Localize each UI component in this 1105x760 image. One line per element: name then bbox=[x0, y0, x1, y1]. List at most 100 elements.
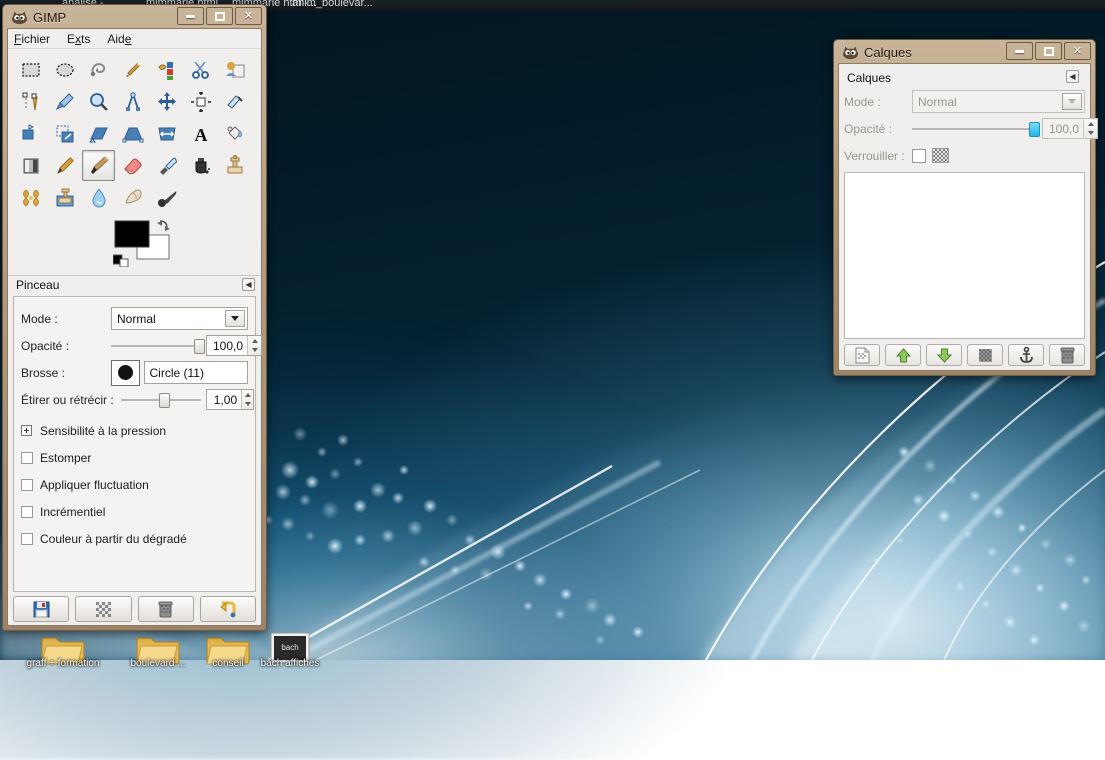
chevron-down-icon[interactable] bbox=[225, 310, 245, 327]
clone-tool[interactable] bbox=[218, 150, 251, 181]
option-row-3[interactable]: Incrémentiel bbox=[21, 498, 248, 525]
dodge-burn-tool[interactable] bbox=[150, 182, 183, 213]
layers-minimize-button[interactable] bbox=[1006, 42, 1033, 60]
gimp-maximize-button[interactable] bbox=[206, 7, 233, 25]
mode-select[interactable]: Normal bbox=[111, 307, 248, 330]
paths-tool[interactable] bbox=[14, 86, 47, 117]
layers-button-bar[interactable] bbox=[844, 344, 1085, 366]
pencil-tool[interactable] bbox=[48, 150, 81, 181]
measure-tool[interactable] bbox=[116, 86, 149, 117]
select-by-color-tool[interactable] bbox=[150, 54, 183, 85]
desktop-icon-2[interactable]: conseil bbox=[205, 632, 251, 671]
lock-alpha-icon[interactable] bbox=[932, 148, 949, 163]
layers-window-controls[interactable]: ✕ bbox=[1006, 42, 1091, 60]
layers-dock-header: Calques ◀ bbox=[844, 68, 1085, 88]
fuzzy-select-tool[interactable] bbox=[116, 54, 149, 85]
heal-tool[interactable] bbox=[14, 182, 47, 213]
blur-sharpen-tool[interactable] bbox=[82, 182, 115, 213]
gimp-window-controls[interactable]: ✕ bbox=[177, 7, 262, 25]
layers-mode-select[interactable]: Normal bbox=[912, 90, 1085, 113]
checkbox-1[interactable] bbox=[21, 452, 33, 464]
menu-aide[interactable]: Aide bbox=[107, 32, 131, 46]
scissors-select-tool[interactable] bbox=[184, 54, 217, 85]
save-tool-options-button[interactable] bbox=[13, 596, 69, 622]
brush-preview[interactable] bbox=[111, 360, 140, 386]
rotate-tool[interactable] bbox=[14, 118, 47, 149]
desktop-icon-3[interactable]: bachbach affiches bbox=[270, 632, 310, 669]
chevron-down-icon[interactable] bbox=[1062, 93, 1082, 110]
layers-opacity-slider[interactable] bbox=[912, 119, 1037, 139]
ink-tool[interactable] bbox=[184, 150, 217, 181]
layers-mode-value: Normal bbox=[918, 95, 957, 109]
option-row-1[interactable]: Estomper bbox=[21, 444, 248, 471]
layers-opacity-spinner[interactable]: 100,0 bbox=[1042, 118, 1098, 139]
checkbox-2[interactable] bbox=[21, 479, 33, 491]
desktop-icon-1[interactable]: boulevard ... bbox=[135, 632, 181, 671]
color-picker-tool[interactable] bbox=[48, 86, 81, 117]
option-row-0[interactable]: Sensibilité à la pression bbox=[21, 417, 248, 444]
checkbox-3[interactable] bbox=[21, 506, 33, 518]
scale-tool[interactable] bbox=[48, 118, 81, 149]
gimp-minimize-button[interactable] bbox=[177, 7, 204, 25]
option-row-4[interactable]: Couleur à partir du dégradé bbox=[21, 525, 248, 552]
layers-close-button[interactable]: ✕ bbox=[1064, 42, 1091, 60]
lock-pixels-checkbox[interactable] bbox=[912, 149, 926, 163]
layers-maximize-button[interactable] bbox=[1035, 42, 1062, 60]
brush-row: Brosse : Circle (11) bbox=[21, 359, 248, 386]
ellipse-select-tool[interactable] bbox=[48, 54, 81, 85]
airbrush-tool[interactable] bbox=[150, 150, 183, 181]
rect-select-tool[interactable] bbox=[14, 54, 47, 85]
anchor-layer-button[interactable] bbox=[1008, 344, 1044, 366]
lower-layer-button[interactable] bbox=[926, 344, 962, 366]
crop-tool[interactable] bbox=[218, 86, 251, 117]
gimp-close-button[interactable]: ✕ bbox=[235, 7, 262, 25]
duplicate-layer-button[interactable] bbox=[967, 344, 1003, 366]
gimp-titlebar[interactable]: GIMP ✕ bbox=[7, 7, 262, 28]
bucket-fill-tool[interactable] bbox=[218, 118, 251, 149]
layers-titlebar[interactable]: Calques ✕ bbox=[838, 42, 1091, 63]
taskbar-item-3[interactable]: anim_boulevar... bbox=[292, 0, 373, 9]
move-tool[interactable] bbox=[150, 86, 183, 117]
text-tool[interactable]: A bbox=[184, 118, 217, 149]
zoom-tool[interactable] bbox=[82, 86, 115, 117]
opacity-slider[interactable] bbox=[111, 336, 201, 356]
expander-icon[interactable] bbox=[21, 425, 32, 436]
gimp-color-area[interactable] bbox=[8, 213, 261, 275]
new-layer-button[interactable] bbox=[844, 344, 880, 366]
scale-spinner[interactable]: 1,00 bbox=[206, 389, 254, 410]
checkbox-4[interactable] bbox=[21, 533, 33, 545]
flip-tool[interactable] bbox=[150, 118, 183, 149]
delete-layer-button[interactable] bbox=[1049, 344, 1085, 366]
layers-window[interactable]: Calques ✕ Calques ◀ Mode : Normal Opacit… bbox=[833, 39, 1096, 376]
menu-fichier[interactable]: Fichier bbox=[14, 32, 50, 46]
delete-tool-options-button[interactable] bbox=[138, 596, 194, 622]
blend-gradient-tool[interactable] bbox=[14, 150, 47, 181]
layers-list[interactable] bbox=[844, 172, 1085, 339]
scale-slider[interactable] bbox=[121, 390, 201, 410]
foreground-select-tool[interactable] bbox=[218, 54, 251, 85]
gimp-toolbox-grid[interactable]: A bbox=[8, 49, 261, 213]
perspective-clone-tool[interactable] bbox=[48, 182, 81, 213]
opacity-spinner[interactable]: 100,0 bbox=[206, 335, 262, 356]
option-label: Estomper bbox=[40, 451, 91, 465]
free-select-tool[interactable] bbox=[82, 54, 115, 85]
eraser-tool[interactable] bbox=[116, 150, 149, 181]
shear-tool[interactable] bbox=[82, 118, 115, 149]
foreground-background-colors[interactable] bbox=[113, 219, 175, 267]
perspective-tool[interactable] bbox=[116, 118, 149, 149]
raise-layer-button[interactable] bbox=[885, 344, 921, 366]
reset-tool-options-button[interactable] bbox=[200, 596, 256, 622]
tool-options-button-bar[interactable] bbox=[13, 596, 256, 622]
align-tool[interactable] bbox=[184, 86, 217, 117]
restore-tool-options-button[interactable] bbox=[75, 596, 131, 622]
option-row-2[interactable]: Appliquer fluctuation bbox=[21, 471, 248, 498]
collapse-arrow-icon[interactable]: ◀ bbox=[242, 278, 255, 291]
gimp-menubar[interactable]: Fichier Exts Aide bbox=[8, 29, 261, 49]
gimp-toolbox-window[interactable]: GIMP ✕ Fichier Exts Aide A bbox=[2, 4, 267, 631]
paintbrush-tool[interactable] bbox=[82, 150, 115, 181]
collapse-arrow-icon[interactable]: ◀ bbox=[1066, 70, 1079, 83]
brush-name-field[interactable]: Circle (11) bbox=[144, 361, 249, 384]
menu-exts[interactable]: Exts bbox=[67, 32, 90, 46]
desktop-icon-0[interactable]: graff + formation bbox=[40, 632, 86, 671]
smudge-tool[interactable] bbox=[116, 182, 149, 213]
